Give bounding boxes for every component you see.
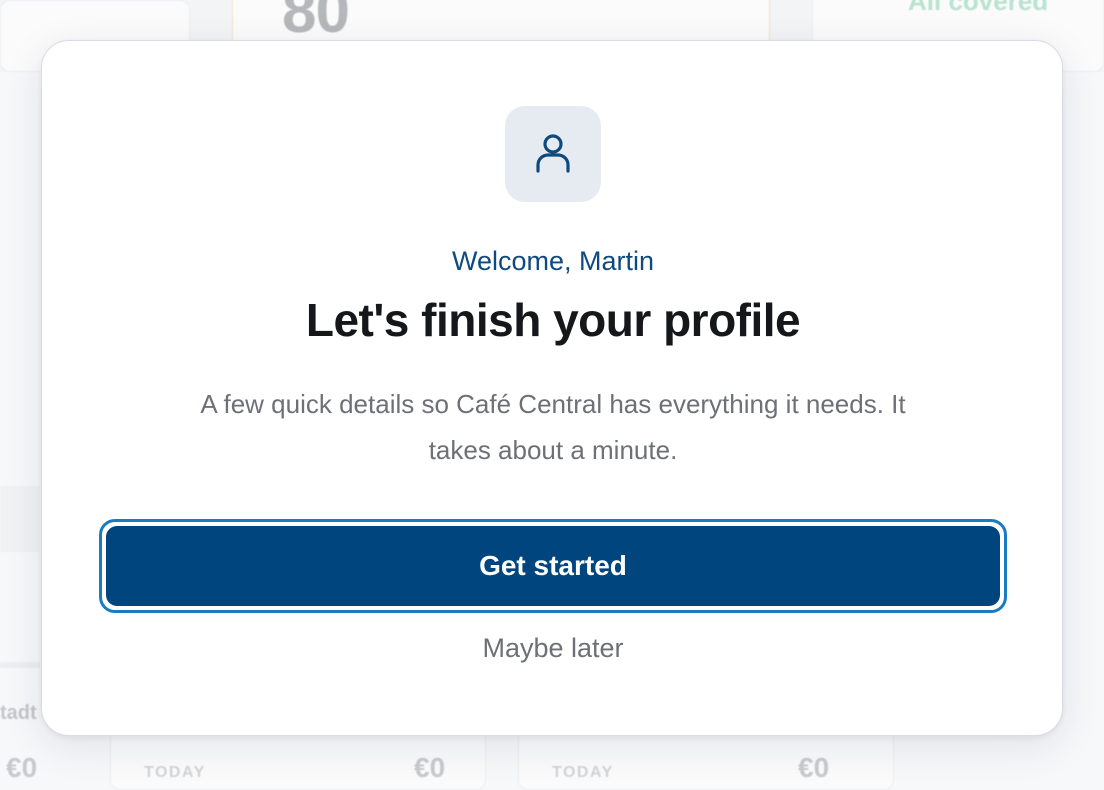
onboarding-modal: Welcome, Martin Let's finish your profil… <box>41 40 1063 736</box>
get-started-focus-ring: Get started <box>99 519 1007 613</box>
maybe-later-button[interactable]: Maybe later <box>42 633 1064 664</box>
background-period-label: TODAY <box>144 764 206 781</box>
welcome-greeting: Welcome, Martin <box>451 246 655 276</box>
background-divider <box>0 662 40 668</box>
background-period-label: TODAY <box>552 764 614 781</box>
user-icon <box>535 133 571 175</box>
get-started-button[interactable]: Get started <box>106 526 1000 606</box>
modal-title: Let's finish your profile <box>305 294 801 346</box>
background-strip <box>0 486 40 552</box>
modal-description: A few quick details so Café Central has … <box>200 389 906 465</box>
background-status-text: All covered <box>908 0 1049 16</box>
profile-icon-tile <box>505 106 601 202</box>
background-amount: €0 <box>6 752 38 783</box>
background-amount: €0 <box>798 752 830 783</box>
background-amount: €0 <box>414 752 446 783</box>
background-side-label: tadt <box>0 702 37 724</box>
